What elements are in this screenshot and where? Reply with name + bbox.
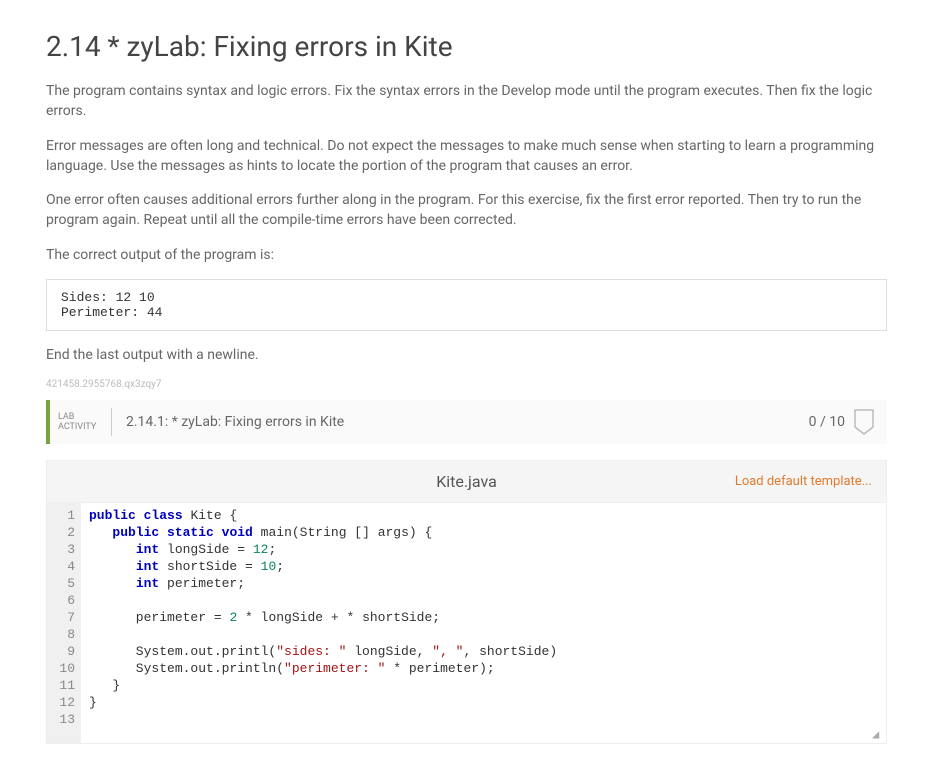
badge-icon: [853, 409, 875, 435]
code-line[interactable]: }: [89, 694, 878, 711]
code-line[interactable]: int longSide = 12;: [89, 541, 878, 558]
lab-activity-bar: LAB ACTIVITY 2.14.1: * zyLab: Fixing err…: [46, 400, 887, 444]
code-content[interactable]: public class Kite { public static void m…: [81, 503, 886, 743]
code-line[interactable]: [89, 592, 878, 609]
code-line[interactable]: public static void main(String [] args) …: [89, 524, 878, 541]
code-editor[interactable]: 12345678910111213 public class Kite { pu…: [47, 503, 886, 743]
load-default-template-link[interactable]: Load default template...: [735, 474, 872, 489]
expected-output-box: Sides: 12 10 Perimeter: 44: [46, 279, 887, 331]
intro-paragraph-3: One error often causes additional errors…: [46, 190, 887, 231]
intro-paragraph-4: The correct output of the program is:: [46, 245, 887, 265]
lab-activity-label: LAB ACTIVITY: [50, 408, 112, 436]
code-line[interactable]: [89, 626, 878, 643]
intro-paragraph-5: End the last output with a newline.: [46, 345, 887, 365]
code-line[interactable]: }: [89, 677, 878, 694]
tracking-id: 421458.2955768.qx3zqy7: [46, 379, 887, 390]
code-line[interactable]: System.out.println("perimeter: " * perim…: [89, 660, 878, 677]
code-line[interactable]: int perimeter;: [89, 575, 878, 592]
intro-paragraph-1: The program contains syntax and logic er…: [46, 81, 887, 122]
page-title: 2.14 * zyLab: Fixing errors in Kite: [46, 30, 887, 63]
lab-label-bottom: ACTIVITY: [58, 422, 103, 433]
lab-score: 0 / 10: [809, 414, 845, 430]
lab-activity-title: 2.14.1: * zyLab: Fixing errors in Kite: [112, 414, 809, 430]
editor-header: Kite.java Load default template...: [47, 461, 886, 503]
code-line[interactable]: public class Kite {: [89, 507, 878, 524]
line-number-gutter: 12345678910111213: [47, 503, 81, 743]
intro-paragraph-2: Error messages are often long and techni…: [46, 136, 887, 177]
code-editor-panel: Kite.java Load default template... 12345…: [46, 460, 887, 744]
code-line[interactable]: System.out.printl("sides: " longSide, ",…: [89, 643, 878, 660]
code-line[interactable]: perimeter = 2 * longSide + * shortSide;: [89, 609, 878, 626]
lab-label-top: LAB: [58, 412, 103, 423]
code-line[interactable]: int shortSide = 10;: [89, 558, 878, 575]
editor-filename: Kite.java: [436, 472, 497, 491]
code-line[interactable]: [89, 711, 878, 728]
